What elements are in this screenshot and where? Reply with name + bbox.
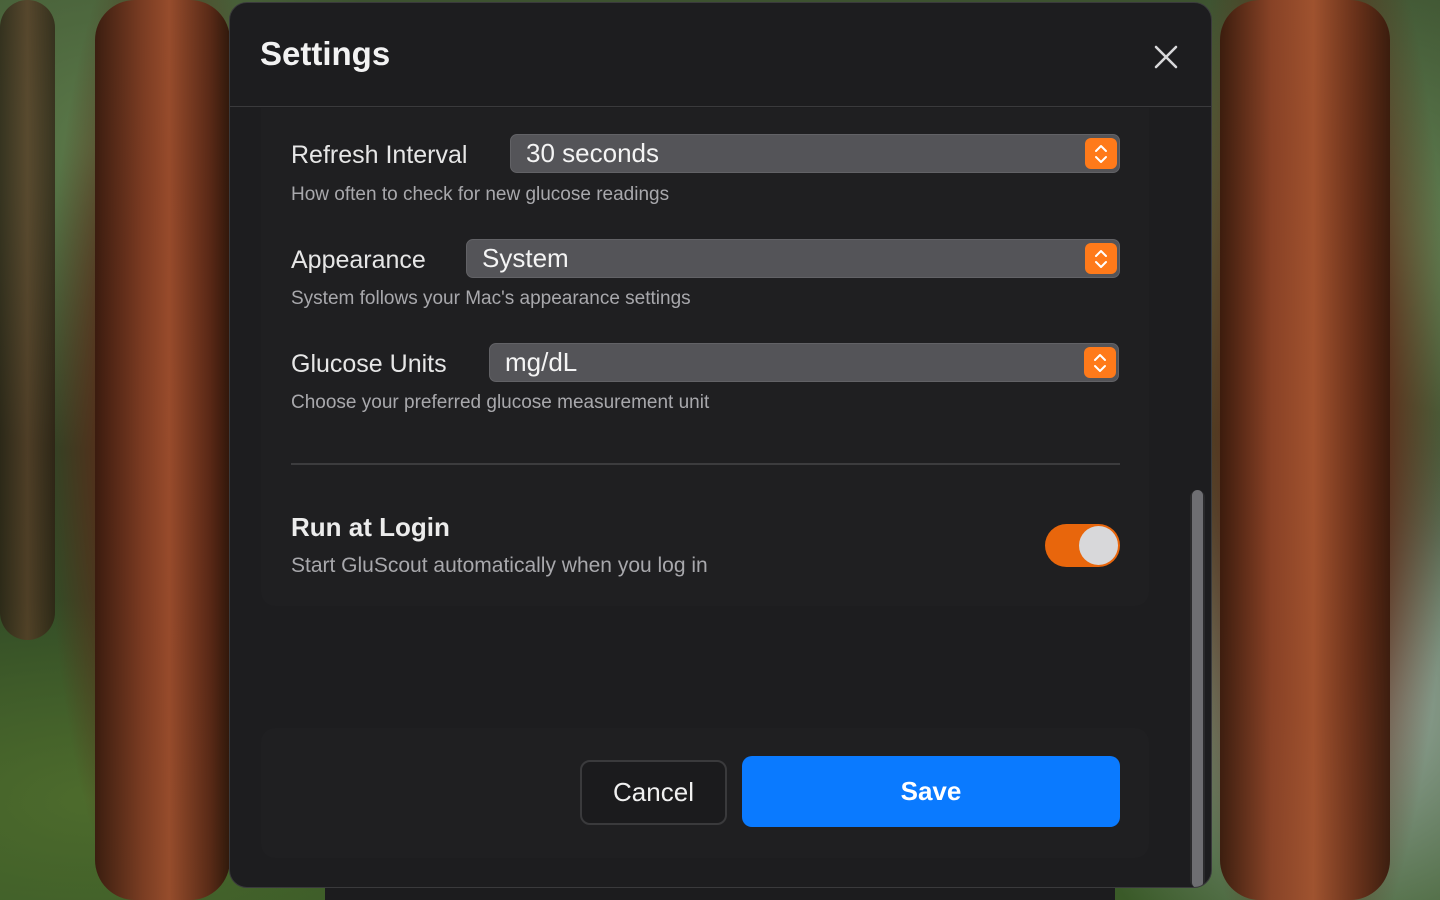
chevron-up-down-icon xyxy=(1085,138,1117,169)
glucose-units-label: Glucose Units xyxy=(291,350,447,378)
refresh-interval-label: Refresh Interval xyxy=(291,141,468,169)
dialog-header: Settings xyxy=(230,3,1211,107)
dialog-title: Settings xyxy=(260,35,391,72)
cancel-button[interactable]: Cancel xyxy=(580,760,727,825)
appearance-label: Appearance xyxy=(291,246,426,274)
section-divider xyxy=(291,463,1120,465)
glucose-units-description: Choose your preferred glucose measuremen… xyxy=(291,392,710,413)
background-tree xyxy=(1220,0,1390,900)
glucose-units-select[interactable]: mg/dL xyxy=(489,343,1119,382)
appearance-description: System follows your Mac's appearance set… xyxy=(291,288,691,309)
dialog-content: Refresh Interval 30 seconds How often to… xyxy=(230,108,1211,887)
background-tree xyxy=(0,0,55,640)
chevron-up-down-icon xyxy=(1084,347,1116,378)
save-button[interactable]: Save xyxy=(742,756,1120,827)
close-button[interactable] xyxy=(1148,39,1184,75)
run-at-login-description: Start GluScout automatically when you lo… xyxy=(291,554,708,577)
chevron-up-down-icon xyxy=(1085,243,1117,274)
glucose-units-value: mg/dL xyxy=(505,347,578,377)
refresh-interval-description: How often to check for new glucose readi… xyxy=(291,184,670,205)
scrollbar-thumb[interactable] xyxy=(1192,490,1203,887)
appearance-value: System xyxy=(482,243,569,273)
run-at-login-title: Run at Login xyxy=(291,512,450,542)
appearance-select[interactable]: System xyxy=(466,239,1120,278)
refresh-interval-value: 30 seconds xyxy=(526,138,659,168)
refresh-interval-select[interactable]: 30 seconds xyxy=(510,134,1120,173)
close-icon xyxy=(1154,45,1178,69)
run-at-login-toggle[interactable] xyxy=(1045,524,1120,567)
settings-dialog: Settings Refresh Interval 30 seconds How… xyxy=(229,2,1212,888)
background-tree xyxy=(95,0,230,900)
toggle-knob xyxy=(1079,526,1118,565)
scrollbar-track[interactable] xyxy=(1190,490,1205,887)
